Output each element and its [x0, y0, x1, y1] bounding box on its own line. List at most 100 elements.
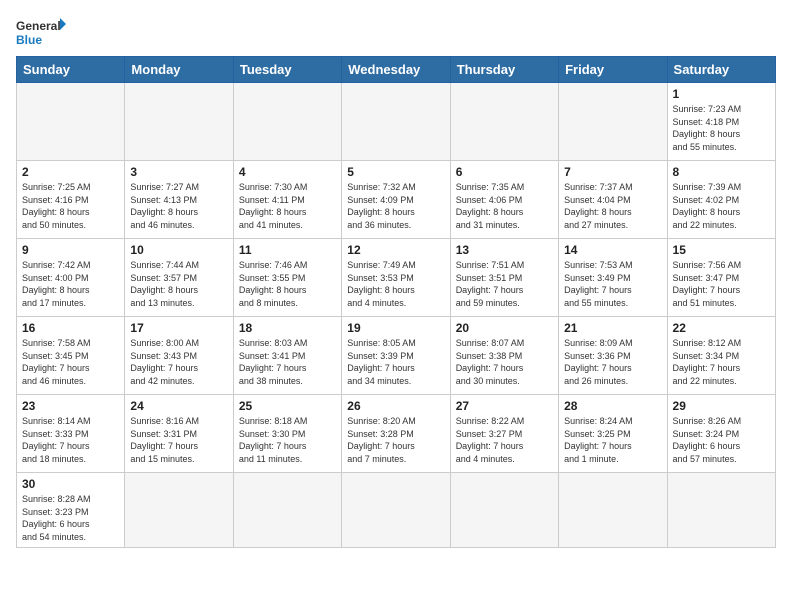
day-number: 28 [564, 399, 661, 413]
weekday-header-monday: Monday [125, 57, 233, 83]
day-number: 8 [673, 165, 770, 179]
day-info: Sunrise: 8:24 AM Sunset: 3:25 PM Dayligh… [564, 415, 661, 465]
day-info: Sunrise: 8:07 AM Sunset: 3:38 PM Dayligh… [456, 337, 553, 387]
day-number: 12 [347, 243, 444, 257]
day-info: Sunrise: 8:20 AM Sunset: 3:28 PM Dayligh… [347, 415, 444, 465]
day-info: Sunrise: 8:03 AM Sunset: 3:41 PM Dayligh… [239, 337, 336, 387]
day-info: Sunrise: 7:39 AM Sunset: 4:02 PM Dayligh… [673, 181, 770, 231]
calendar-cell: 23Sunrise: 8:14 AM Sunset: 3:33 PM Dayli… [17, 395, 125, 473]
calendar-week-2: 2 Sunrise: 7:25 AM Sunset: 4:16 PM Daylig… [17, 161, 776, 239]
day-number: 6 [456, 165, 553, 179]
day-number: 30 [22, 477, 119, 491]
day-number: 16 [22, 321, 119, 335]
day-number: 4 [239, 165, 336, 179]
calendar-week-4: 16 Sunrise: 7:58 AM Sunset: 3:45 PM Dayli… [17, 317, 776, 395]
calendar-cell [342, 473, 450, 548]
calendar-cell: 6Sunrise: 7:35 AM Sunset: 4:06 PM Daylig… [450, 161, 558, 239]
calendar-week-5: 23Sunrise: 8:14 AM Sunset: 3:33 PM Dayli… [17, 395, 776, 473]
calendar-week-3: 9Sunrise: 7:42 AM Sunset: 4:00 PM Daylig… [17, 239, 776, 317]
day-info: Sunrise: 7:27 AM Sunset: 4:13 PM Dayligh… [130, 181, 227, 231]
calendar-cell: 15Sunrise: 7:56 AM Sunset: 3:47 PM Dayli… [667, 239, 775, 317]
calendar-week-6: 30 Sunrise: 8:28 AM Sunset: 3:23 PM Dayli… [17, 473, 776, 548]
calendar-cell: 1 Sunrise: 7:23 AM Sunset: 4:18 PM Daylig… [667, 83, 775, 161]
calendar-cell: 29 Sunrise: 8:26 AM Sunset: 3:24 PM Dayli… [667, 395, 775, 473]
day-info: Sunrise: 8:12 AM Sunset: 3:34 PM Dayligh… [673, 337, 770, 387]
day-number: 24 [130, 399, 227, 413]
logo: General Blue [16, 16, 66, 48]
day-number: 29 [673, 399, 770, 413]
day-info: Sunrise: 8:22 AM Sunset: 3:27 PM Dayligh… [456, 415, 553, 465]
day-info: Sunrise: 7:58 AM Sunset: 3:45 PM Dayligh… [22, 337, 119, 387]
calendar-cell: 5Sunrise: 7:32 AM Sunset: 4:09 PM Daylig… [342, 161, 450, 239]
calendar-cell: 19 Sunrise: 8:05 AM Sunset: 3:39 PM Dayli… [342, 317, 450, 395]
calendar-cell [17, 83, 125, 161]
weekday-header-row: SundayMondayTuesdayWednesdayThursdayFrid… [17, 57, 776, 83]
day-info: Sunrise: 7:46 AM Sunset: 3:55 PM Dayligh… [239, 259, 336, 309]
calendar-cell [233, 473, 341, 548]
day-number: 1 [673, 87, 770, 101]
day-info: Sunrise: 7:32 AM Sunset: 4:09 PM Dayligh… [347, 181, 444, 231]
weekday-header-saturday: Saturday [667, 57, 775, 83]
calendar-week-1: 1 Sunrise: 7:23 AM Sunset: 4:18 PM Daylig… [17, 83, 776, 161]
day-number: 20 [456, 321, 553, 335]
day-info: Sunrise: 8:28 AM Sunset: 3:23 PM Dayligh… [22, 493, 119, 543]
calendar-cell [559, 473, 667, 548]
day-number: 15 [673, 243, 770, 257]
svg-text:Blue: Blue [16, 33, 42, 47]
weekday-header-tuesday: Tuesday [233, 57, 341, 83]
svg-text:General: General [16, 19, 61, 33]
day-number: 21 [564, 321, 661, 335]
day-info: Sunrise: 8:26 AM Sunset: 3:24 PM Dayligh… [673, 415, 770, 465]
day-info: Sunrise: 8:05 AM Sunset: 3:39 PM Dayligh… [347, 337, 444, 387]
day-info: Sunrise: 7:51 AM Sunset: 3:51 PM Dayligh… [456, 259, 553, 309]
calendar-cell: 18 Sunrise: 8:03 AM Sunset: 3:41 PM Dayli… [233, 317, 341, 395]
day-number: 27 [456, 399, 553, 413]
calendar-cell: 9Sunrise: 7:42 AM Sunset: 4:00 PM Daylig… [17, 239, 125, 317]
day-info: Sunrise: 8:00 AM Sunset: 3:43 PM Dayligh… [130, 337, 227, 387]
day-info: Sunrise: 7:53 AM Sunset: 3:49 PM Dayligh… [564, 259, 661, 309]
weekday-header-sunday: Sunday [17, 57, 125, 83]
page: General Blue SundayMondayTuesdayWednesda… [0, 0, 792, 612]
calendar-cell [342, 83, 450, 161]
day-number: 19 [347, 321, 444, 335]
calendar-cell [125, 473, 233, 548]
day-info: Sunrise: 7:25 AM Sunset: 4:16 PM Dayligh… [22, 181, 119, 231]
day-number: 14 [564, 243, 661, 257]
day-number: 25 [239, 399, 336, 413]
calendar-cell: 30 Sunrise: 8:28 AM Sunset: 3:23 PM Dayli… [17, 473, 125, 548]
calendar-cell: 8 Sunrise: 7:39 AM Sunset: 4:02 PM Daylig… [667, 161, 775, 239]
day-info: Sunrise: 7:44 AM Sunset: 3:57 PM Dayligh… [130, 259, 227, 309]
calendar-cell: 26 Sunrise: 8:20 AM Sunset: 3:28 PM Dayli… [342, 395, 450, 473]
weekday-header-friday: Friday [559, 57, 667, 83]
weekday-header-wednesday: Wednesday [342, 57, 450, 83]
day-number: 10 [130, 243, 227, 257]
calendar-cell: 28 Sunrise: 8:24 AM Sunset: 3:25 PM Dayli… [559, 395, 667, 473]
calendar-cell [667, 473, 775, 548]
calendar-cell: 2 Sunrise: 7:25 AM Sunset: 4:16 PM Daylig… [17, 161, 125, 239]
calendar: SundayMondayTuesdayWednesdayThursdayFrid… [16, 56, 776, 548]
day-info: Sunrise: 7:23 AM Sunset: 4:18 PM Dayligh… [673, 103, 770, 153]
day-info: Sunrise: 7:30 AM Sunset: 4:11 PM Dayligh… [239, 181, 336, 231]
calendar-cell [559, 83, 667, 161]
day-number: 7 [564, 165, 661, 179]
day-number: 17 [130, 321, 227, 335]
weekday-header-thursday: Thursday [450, 57, 558, 83]
calendar-cell: 3Sunrise: 7:27 AM Sunset: 4:13 PM Daylig… [125, 161, 233, 239]
calendar-cell: 10 Sunrise: 7:44 AM Sunset: 3:57 PM Dayli… [125, 239, 233, 317]
calendar-cell: 22Sunrise: 8:12 AM Sunset: 3:34 PM Dayli… [667, 317, 775, 395]
day-number: 11 [239, 243, 336, 257]
day-info: Sunrise: 8:09 AM Sunset: 3:36 PM Dayligh… [564, 337, 661, 387]
calendar-cell: 24 Sunrise: 8:16 AM Sunset: 3:31 PM Dayli… [125, 395, 233, 473]
day-info: Sunrise: 7:42 AM Sunset: 4:00 PM Dayligh… [22, 259, 119, 309]
calendar-cell [125, 83, 233, 161]
calendar-cell: 14 Sunrise: 7:53 AM Sunset: 3:49 PM Dayli… [559, 239, 667, 317]
calendar-cell: 4 Sunrise: 7:30 AM Sunset: 4:11 PM Daylig… [233, 161, 341, 239]
day-number: 18 [239, 321, 336, 335]
calendar-cell: 21 Sunrise: 8:09 AM Sunset: 3:36 PM Dayli… [559, 317, 667, 395]
day-number: 2 [22, 165, 119, 179]
day-number: 26 [347, 399, 444, 413]
logo-svg: General Blue [16, 16, 66, 48]
calendar-cell: 7Sunrise: 7:37 AM Sunset: 4:04 PM Daylig… [559, 161, 667, 239]
day-info: Sunrise: 8:16 AM Sunset: 3:31 PM Dayligh… [130, 415, 227, 465]
day-info: Sunrise: 8:18 AM Sunset: 3:30 PM Dayligh… [239, 415, 336, 465]
